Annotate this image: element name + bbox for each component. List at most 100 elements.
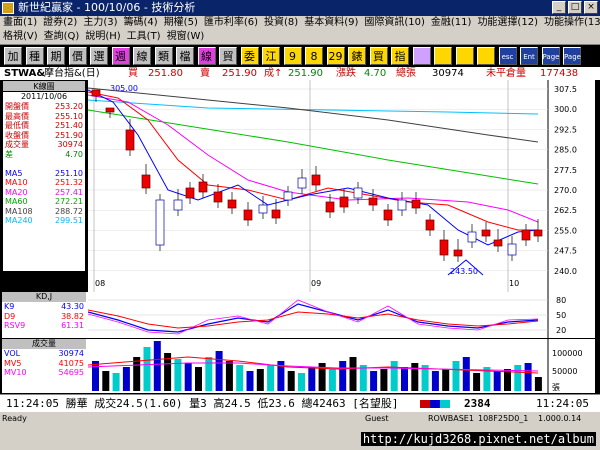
menu-item[interactable]: 畫面(1) — [0, 17, 40, 28]
volume-bar — [133, 357, 141, 391]
toolbar-button[interactable]: 價 — [68, 47, 87, 65]
row-text: ROWBASE1 — [428, 414, 474, 423]
indicator-row: MA10 251.32 — [3, 178, 85, 188]
indicator-row: 最高價 255.10 — [3, 112, 85, 122]
toolbar-button[interactable]: 週 — [111, 47, 130, 65]
month-label: 10 — [509, 279, 519, 288]
kd-chart[interactable]: 80 50 20 — [88, 292, 595, 338]
toolbar-button[interactable]: 9 — [283, 47, 302, 65]
candlestick — [198, 181, 208, 193]
candlestick — [521, 229, 531, 241]
kd-tick-label: 20 — [556, 326, 566, 335]
field-text: 108F25D0_1 — [478, 414, 529, 423]
indicator-row: D9 38.82 — [2, 312, 86, 322]
indicator-row: MA108 288.72 — [3, 207, 85, 217]
toolbar-button[interactable]: 買 — [369, 47, 388, 65]
toolbar-button[interactable]: 8 — [305, 47, 323, 65]
menu-item[interactable]: 功能選擇(12) — [474, 17, 541, 28]
volume-bar — [411, 363, 419, 391]
stock-code[interactable]: 2384 — [464, 395, 491, 413]
page-text: 1.000.0.14 — [538, 414, 582, 423]
menu-item[interactable]: 籌碼(4) — [121, 17, 161, 28]
volume-title: 成交量 — [2, 339, 86, 349]
y-tick-label: 240.0 — [554, 267, 577, 276]
menu-item[interactable]: 投資(8) — [261, 17, 301, 28]
toolbar-button[interactable]: Page — [563, 47, 581, 65]
candlestick — [125, 129, 135, 151]
toolbar-button[interactable]: 選 — [90, 47, 108, 65]
candlestick-chart[interactable]: 307.5 300.0 292.5 285.0 277.5 270.0 262.5 255.0… — [88, 80, 595, 292]
title-bar: 新世紀贏家 - 100/10/06 - 技術分析 _ □ × — [0, 0, 600, 16]
k-line — [88, 303, 539, 333]
volume-bar — [205, 357, 213, 391]
toolbar-button[interactable]: 錶 — [348, 47, 366, 65]
volume-bar — [112, 373, 120, 391]
indicator-label: 收盤價 — [5, 130, 29, 140]
candlestick — [383, 209, 393, 221]
toolbar-button[interactable]: 線 — [133, 47, 151, 65]
menu-item[interactable]: 視窗(W) — [164, 31, 208, 42]
volume-bar — [267, 365, 275, 391]
toolbar-button[interactable]: 江 — [262, 47, 280, 65]
watermark-url: http://kujd3268.pixnet.net/album — [360, 432, 596, 446]
symbol-name: 摩台指&(日) — [44, 68, 100, 79]
toolbar-button[interactable]: 種 — [25, 47, 44, 65]
panel-title: K線圖 — [3, 81, 85, 92]
menu-item[interactable]: 主力(3) — [80, 17, 120, 28]
toolbar-button[interactable] — [434, 47, 452, 65]
menu-item[interactable]: 工具(T) — [124, 31, 164, 42]
menu-item[interactable]: 說明(H) — [82, 31, 123, 42]
volume-bar — [534, 377, 542, 391]
quote-bar: STWA& 摩台指&(日) 買 251.80 賣 251.90 成↑ 251.9… — [0, 67, 600, 80]
menu-item[interactable]: 國際資訊(10) — [361, 17, 428, 28]
toolbar-button[interactable]: esc — [498, 47, 517, 65]
toolbar-button[interactable]: Page — [541, 47, 560, 65]
volume-chart[interactable]: 100000 50000 張 — [88, 339, 595, 393]
window-title: 新世紀贏家 - 100/10/06 - 技術分析 — [18, 1, 196, 14]
toolbar-button[interactable]: 線 — [197, 47, 216, 65]
menu-item[interactable]: 證券(2) — [40, 17, 80, 28]
candlestick — [493, 239, 503, 247]
menu-item[interactable]: 格視(V) — [0, 31, 41, 42]
minimize-button[interactable]: _ — [552, 1, 566, 14]
candlestick — [353, 187, 363, 199]
volume-bar — [339, 361, 347, 391]
close-button[interactable]: × — [584, 1, 598, 14]
volume-bar — [122, 367, 130, 391]
menu-item[interactable]: 查詢(Q) — [41, 31, 83, 42]
y-tick-label: 307.5 — [554, 85, 577, 94]
toolbar-button[interactable]: 加 — [4, 47, 22, 65]
toolbar-button[interactable]: 委 — [240, 47, 259, 65]
toolbar-button[interactable]: 貿 — [219, 47, 237, 65]
toolbar-button[interactable] — [455, 47, 474, 65]
indicator-value: 30974 — [57, 140, 83, 149]
volume-bar — [462, 357, 470, 391]
moving-average-line — [88, 89, 539, 246]
toolbar-button[interactable]: 期 — [47, 47, 65, 65]
menu-item[interactable]: 功能操作(13) — [541, 17, 600, 28]
d-line — [88, 309, 539, 329]
y-tick-label: 247.5 — [554, 247, 577, 256]
candlestick — [141, 174, 151, 189]
toolbar-button[interactable]: 檔 — [176, 47, 194, 65]
volume-bar — [359, 365, 367, 391]
menu-item[interactable]: 基本資料(9) — [301, 17, 361, 28]
deal-label: 成↑ — [264, 68, 283, 79]
maximize-button[interactable]: □ — [568, 1, 582, 14]
volume-bar — [328, 369, 336, 391]
candlestick — [439, 239, 449, 256]
indicator-value: 43.30 — [61, 302, 84, 311]
menu-item[interactable]: 匯市利率(6) — [201, 17, 261, 28]
toolbar-button[interactable] — [477, 47, 495, 65]
menu-item[interactable]: 期權(5) — [161, 17, 201, 28]
volume-bar — [92, 361, 99, 391]
toolbar-button[interactable]: 指 — [391, 47, 409, 65]
toolbar-button[interactable]: Ent — [520, 47, 538, 65]
volume-bar — [246, 371, 254, 391]
indicator-row: 開盤價 253.20 — [3, 102, 85, 112]
toolbar-button[interactable]: 29 — [326, 47, 345, 65]
toolbar-button[interactable]: 類 — [154, 47, 173, 65]
menu-item[interactable]: 金融(11) — [428, 17, 475, 28]
candlestick — [453, 249, 463, 257]
toolbar-button[interactable] — [412, 47, 431, 65]
